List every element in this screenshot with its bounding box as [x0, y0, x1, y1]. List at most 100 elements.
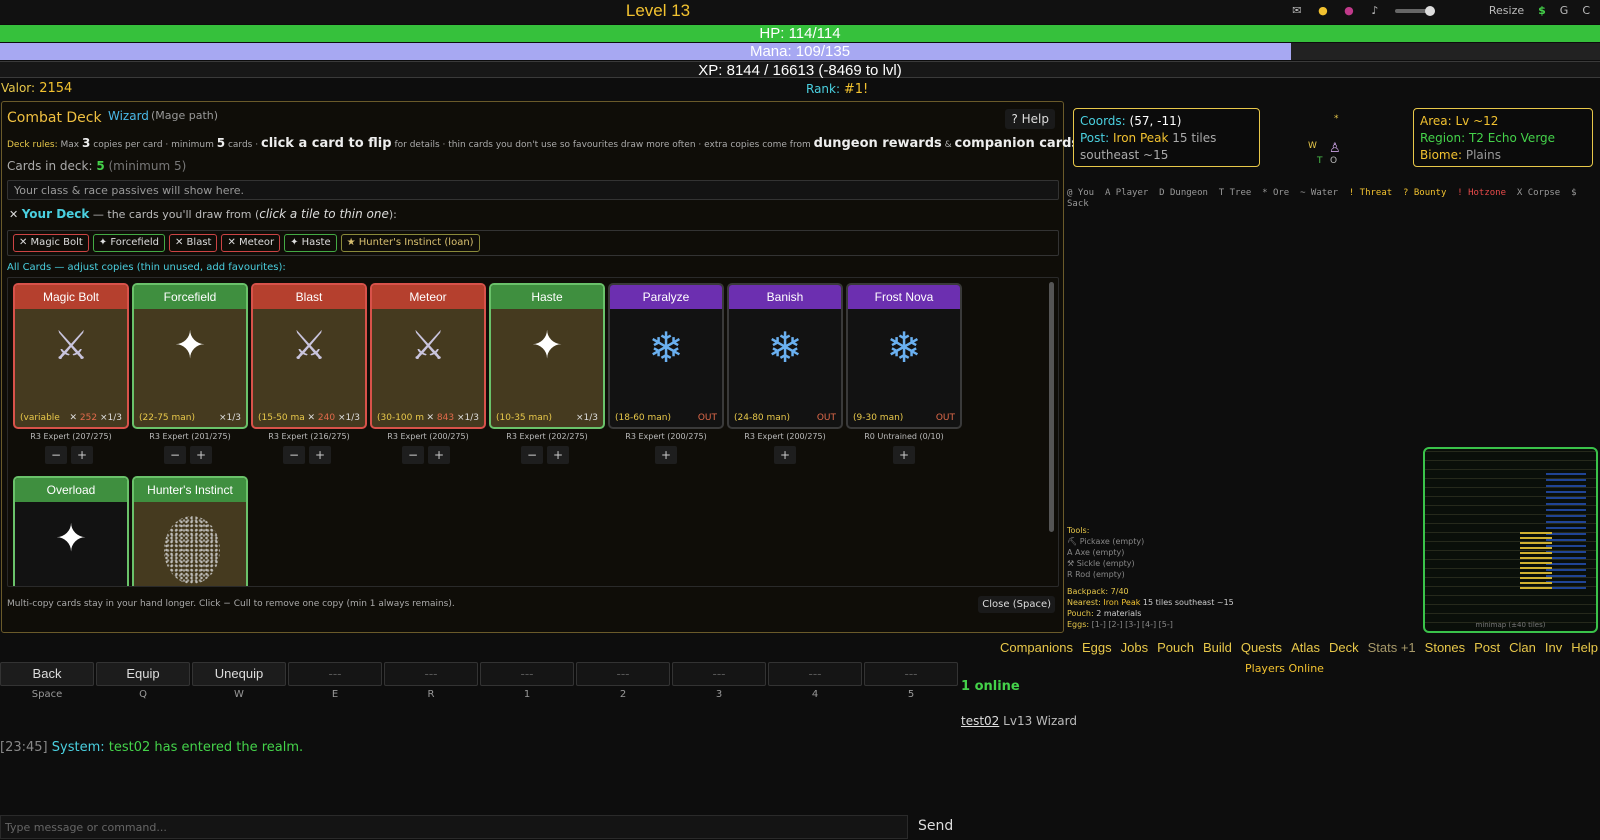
rules-min: 5 — [216, 136, 226, 150]
post-dist: 15 tiles — [1172, 131, 1217, 145]
chip-haste[interactable]: ✦ Haste — [284, 234, 337, 252]
add-card-button[interactable]: + — [655, 446, 677, 464]
grid-scrollbar[interactable] — [1049, 282, 1054, 532]
currency-dollar[interactable]: $ — [1538, 4, 1546, 17]
card-overload[interactable]: Overload ✦ — [13, 476, 129, 586]
player-entry[interactable]: test02 Lv13 Wizard — [961, 714, 1077, 728]
key-hint: Q — [139, 689, 147, 700]
chip-forcefield[interactable]: ✦ Forcefield — [92, 234, 165, 252]
empty-slot-2[interactable]: --- — [576, 662, 670, 686]
cull-button[interactable]: − — [283, 446, 305, 464]
volume-knob[interactable] — [1424, 5, 1435, 16]
unequip-button[interactable]: Unequip — [192, 662, 286, 686]
cull-button[interactable]: − — [521, 446, 543, 464]
menu-jobs[interactable]: Jobs — [1121, 640, 1148, 655]
empty-slot-4[interactable]: --- — [768, 662, 862, 686]
tool-pickaxe: ⛏ Pickaxe (empty) — [1067, 537, 1145, 546]
menu-post[interactable]: Post — [1474, 640, 1500, 655]
minimap[interactable]: minimap (±40 tiles) — [1423, 447, 1598, 633]
currency-g[interactable]: G — [1560, 4, 1569, 17]
empty-slot-r[interactable]: --- — [384, 662, 478, 686]
menu-stones[interactable]: Stones — [1425, 640, 1465, 655]
backpack: Backpack: 7/40 — [1067, 587, 1129, 596]
empty-slot-3[interactable]: --- — [672, 662, 766, 686]
card-blast[interactable]: Blast ⚔ (15-50 ma ✕ 240 ×1/3 — [251, 283, 367, 429]
chip-hunters-instinct[interactable]: ★ Hunter's Instinct (loan) — [340, 234, 480, 252]
card-rank: R3 Expert (216/275) — [268, 432, 350, 441]
chip-magic-bolt[interactable]: ✕ Magic Bolt — [13, 234, 89, 252]
empty-slot-1[interactable]: --- — [480, 662, 574, 686]
key-hint: W — [234, 689, 244, 700]
card-forcefield[interactable]: Forcefield ✦ (22-75 man) ×1/3 — [132, 283, 248, 429]
key-hint: 4 — [811, 689, 819, 700]
menu-quests[interactable]: Quests — [1241, 640, 1282, 655]
help-button[interactable]: ? Help — [1005, 109, 1055, 129]
card-meteor[interactable]: Meteor ⚔ (30-100 m ✕ 843 ×1/3 — [370, 283, 486, 429]
add-copy-button[interactable]: + — [190, 446, 212, 464]
card-banish[interactable]: Banish ❄ (24-80 man) OUT — [727, 283, 843, 429]
cull-button[interactable]: − — [402, 446, 424, 464]
menu-atlas[interactable]: Atlas — [1291, 640, 1320, 655]
empty-slot-e[interactable]: --- — [288, 662, 382, 686]
menu-eggs[interactable]: Eggs — [1082, 640, 1112, 655]
card-frost-nova[interactable]: Frost Nova ❄ (9-30 man) OUT — [846, 283, 962, 429]
rules-text: for details — [394, 140, 440, 150]
menu-build[interactable]: Build — [1203, 640, 1232, 655]
card-haste[interactable]: Haste ✦ (10-35 man) ×1/3 — [489, 283, 605, 429]
menu-deck[interactable]: Deck — [1329, 640, 1359, 655]
legend-you: @ You — [1067, 188, 1095, 198]
cull-button[interactable]: − — [45, 446, 67, 464]
bulb-icon[interactable]: ● — [1317, 4, 1329, 17]
card-range: (18-60 man) — [615, 413, 672, 423]
menu-inv[interactable]: Inv — [1545, 640, 1562, 655]
add-card-button[interactable]: + — [774, 446, 796, 464]
copy-controls: − + — [45, 446, 93, 464]
tool-axe: A Axe (empty) — [1067, 548, 1125, 557]
sparkle-icon: ✦ — [174, 323, 206, 367]
card-name: Banish — [729, 285, 841, 309]
add-copy-button[interactable]: + — [71, 446, 93, 464]
coords-label: Coords: — [1080, 114, 1126, 128]
chip-blast[interactable]: ✕ Blast — [169, 234, 218, 252]
card-footer: (24-80 man) OUT — [734, 413, 836, 423]
card-magic-bolt[interactable]: Magic Bolt ⚔ (variable ✕ 252 ×1/3 — [13, 283, 129, 429]
card-hunters-instinct[interactable]: Hunter's Instinct — [132, 476, 248, 586]
menu-stats[interactable]: Stats +1 — [1368, 640, 1416, 655]
volume-slider[interactable] — [1394, 5, 1435, 16]
rules-label: Deck rules: — [7, 140, 58, 150]
card-name: Frost Nova — [848, 285, 960, 309]
players-online-label[interactable]: Players Online — [1245, 662, 1324, 675]
key-hint: 3 — [715, 689, 723, 700]
valor-value: 2154 — [39, 81, 73, 96]
card-power: 843 — [436, 413, 455, 423]
orb-icon[interactable]: ● — [1343, 4, 1355, 17]
menu-companions[interactable]: Companions — [1000, 640, 1073, 655]
menu-clan[interactable]: Clan — [1509, 640, 1536, 655]
currency-c[interactable]: C — [1582, 4, 1590, 17]
empty-slot-5[interactable]: --- — [864, 662, 958, 686]
card-rank: R3 Expert (200/275) — [744, 432, 826, 441]
resize-button[interactable]: Resize — [1489, 4, 1524, 17]
level-title: Level 13 — [625, 1, 691, 20]
send-button[interactable]: Send — [918, 818, 953, 834]
mana-fill — [0, 43, 1292, 60]
key-hint: R — [427, 689, 435, 700]
back-button[interactable]: Back — [0, 662, 94, 686]
menu-pouch[interactable]: Pouch — [1157, 640, 1194, 655]
add-copy-button[interactable]: + — [547, 446, 569, 464]
mail-icon[interactable]: ✉ — [1291, 4, 1303, 17]
multi-copy-note: Multi-copy cards stay in your hand longe… — [7, 599, 455, 609]
chat-input[interactable] — [0, 815, 908, 839]
card-name: Magic Bolt — [15, 285, 127, 309]
player-name[interactable]: test02 — [961, 714, 999, 728]
equip-button[interactable]: Equip — [96, 662, 190, 686]
add-copy-button[interactable]: + — [428, 446, 450, 464]
music-icon[interactable]: ♪ — [1369, 4, 1381, 17]
card-paralyze[interactable]: Paralyze ❄ (18-60 man) OUT — [608, 283, 724, 429]
menu-help[interactable]: Help — [1571, 640, 1598, 655]
add-copy-button[interactable]: + — [309, 446, 331, 464]
close-button[interactable]: Close (Space) — [978, 596, 1055, 613]
chip-meteor[interactable]: ✕ Meteor — [221, 234, 281, 252]
cull-button[interactable]: − — [164, 446, 186, 464]
add-card-button[interactable]: + — [893, 446, 915, 464]
